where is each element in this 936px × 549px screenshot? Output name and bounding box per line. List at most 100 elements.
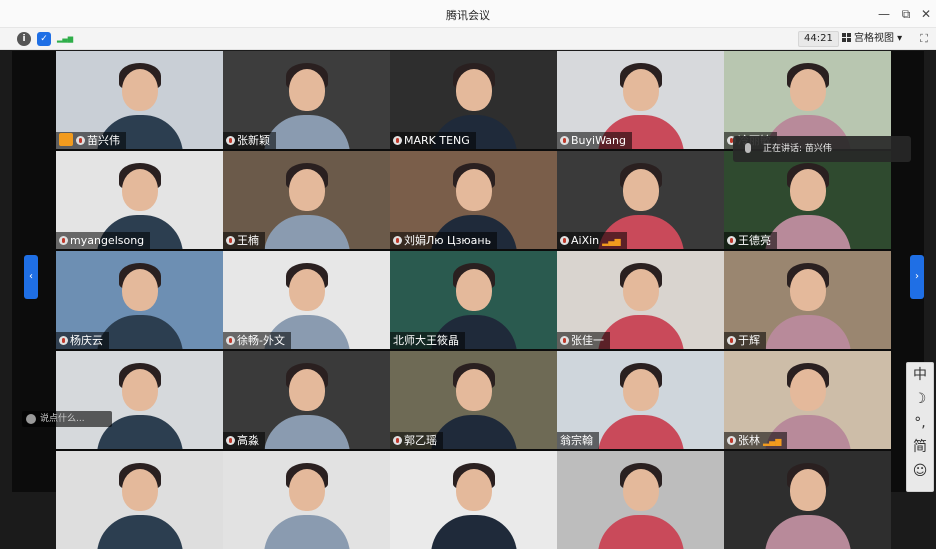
participant-nametag: 王楠 xyxy=(223,232,265,249)
moon-icon[interactable]: ☽ xyxy=(907,387,933,411)
participant-face xyxy=(790,469,826,511)
mic-muted-icon xyxy=(59,236,68,245)
video-tile[interactable] xyxy=(557,451,724,549)
participant-nametag: 王德亮 xyxy=(724,232,777,249)
video-tile[interactable] xyxy=(724,451,891,549)
host-icon xyxy=(59,133,73,146)
mic-muted-icon xyxy=(393,236,402,245)
video-tile[interactable]: BuyiWang xyxy=(557,51,724,149)
video-tile[interactable]: 郭乙瑶 xyxy=(390,351,557,449)
video-tile[interactable]: 于辉 xyxy=(724,251,891,349)
participant-nametag: BuyiWang xyxy=(557,132,632,149)
participant-name: 高淼 xyxy=(237,434,259,447)
prev-page-button[interactable]: ‹ xyxy=(24,255,38,299)
participant-face xyxy=(122,469,158,511)
video-tile[interactable]: 张佳一 xyxy=(557,251,724,349)
participant-nametag: 杨庆云 xyxy=(56,332,109,349)
participant-nametag: 翁宗翰 xyxy=(557,432,599,449)
mic-muted-icon xyxy=(226,236,235,245)
participant-nametag: 张新颖 xyxy=(223,132,276,149)
participant-face xyxy=(456,469,492,511)
participant-face xyxy=(122,169,158,211)
participant-face xyxy=(623,269,659,311)
video-tile[interactable]: 王德亮 xyxy=(724,151,891,249)
participant-face xyxy=(790,369,826,411)
window-title: 腾讯会议 xyxy=(446,9,490,22)
participant-name: 王楠 xyxy=(237,234,259,247)
video-tile[interactable]: 高淼 xyxy=(223,351,390,449)
video-tile[interactable]: 徐畅-外文 xyxy=(223,251,390,349)
mic-muted-icon xyxy=(59,336,68,345)
participant-name: 于辉 xyxy=(738,334,760,347)
participant-nametag: 徐畅-外文 xyxy=(223,332,291,349)
participant-nametag: 刘娟Лю Цзюань xyxy=(390,232,498,249)
participant-nametag: 郭乙瑶 xyxy=(390,432,443,449)
video-tile[interactable]: 王楠 xyxy=(223,151,390,249)
participant-name: 苗兴伟 xyxy=(87,134,120,147)
participant-face xyxy=(122,269,158,311)
video-tile[interactable]: 张林 ▂▄▆ xyxy=(724,351,891,449)
close-icon[interactable]: ✕ xyxy=(916,4,936,24)
signal-strength-icon: ▂▄▆ xyxy=(602,237,621,246)
participant-name: 王德亮 xyxy=(738,234,771,247)
shield-icon[interactable]: ✓ xyxy=(37,32,51,46)
participant-face xyxy=(122,69,158,111)
participant-name: 徐畅-外文 xyxy=(237,334,285,347)
video-tile[interactable]: 张新颖 xyxy=(223,51,390,149)
participant-face xyxy=(289,69,325,111)
next-page-button[interactable]: › xyxy=(910,255,924,299)
video-tile[interactable]: AiXin ▂▄▆ xyxy=(557,151,724,249)
emoji-icon xyxy=(26,414,36,424)
ime-toolbar[interactable]: 中 ☽ °, 简 ☺ xyxy=(906,362,934,492)
video-tile[interactable]: 冷丽敏 xyxy=(724,51,891,149)
info-icon[interactable]: i xyxy=(17,32,31,46)
video-tile[interactable]: 杨庆云 xyxy=(56,251,223,349)
participant-face xyxy=(289,469,325,511)
signal-icon[interactable]: ▂▄▆ xyxy=(57,32,73,46)
participant-name: 北师大王筱晶 xyxy=(393,334,459,347)
mic-muted-icon xyxy=(393,136,402,145)
fullscreen-icon[interactable]: ⛶ xyxy=(917,32,931,46)
grid-view-button[interactable]: 宫格视图 ▾ xyxy=(842,31,910,47)
video-tile[interactable]: 苗兴伟 xyxy=(56,51,223,149)
grid-view-label: 宫格视图 ▾ xyxy=(854,33,903,44)
meeting-timer: 44:21 xyxy=(798,31,839,47)
microphone-icon xyxy=(745,143,751,153)
mic-muted-icon xyxy=(727,436,736,445)
meeting-toolbar: i ✓ ▂▄▆ 44:21 宫格视图 ▾ ⛶ xyxy=(0,28,936,50)
restore-icon[interactable]: ⧉ xyxy=(896,4,916,24)
participant-name: 杨庆云 xyxy=(70,334,103,347)
mic-muted-icon xyxy=(727,236,736,245)
video-tile[interactable]: 翁宗翰 xyxy=(557,351,724,449)
participant-nametag: 张林 ▂▄▆ xyxy=(724,432,788,449)
minimize-icon[interactable]: — xyxy=(874,4,894,24)
participant-face xyxy=(456,69,492,111)
participant-name: 翁宗翰 xyxy=(560,434,593,447)
participant-nametag: 于辉 xyxy=(724,332,766,349)
video-tile[interactable] xyxy=(223,451,390,549)
mic-muted-icon xyxy=(226,336,235,345)
emoji-icon[interactable]: ☺ xyxy=(907,459,933,483)
punctuation-toggle[interactable]: °, xyxy=(907,411,933,435)
participant-name: 郭乙瑶 xyxy=(404,434,437,447)
participant-face xyxy=(623,469,659,511)
video-tile[interactable]: myangelsong xyxy=(56,151,223,249)
video-tile[interactable]: MARK TENG xyxy=(390,51,557,149)
video-tile[interactable] xyxy=(56,351,223,449)
participant-face xyxy=(790,69,826,111)
simplified-toggle[interactable]: 简 xyxy=(907,435,933,459)
video-tile[interactable] xyxy=(56,451,223,549)
participant-face xyxy=(289,269,325,311)
signal-strength-icon: ▂▄▆ xyxy=(763,437,782,446)
chat-quick-input[interactable]: 说点什么... xyxy=(22,411,112,427)
participant-name: myangelsong xyxy=(70,234,145,247)
grid-icon xyxy=(842,33,851,42)
ime-lang-toggle[interactable]: 中 xyxy=(907,363,933,387)
participant-face xyxy=(289,369,325,411)
video-tile[interactable]: 北师大王筱晶 xyxy=(390,251,557,349)
participant-name: 张林 xyxy=(738,434,760,447)
participant-face xyxy=(456,169,492,211)
video-tile[interactable] xyxy=(390,451,557,549)
participant-face xyxy=(289,169,325,211)
video-tile[interactable]: 刘娟Лю Цзюань xyxy=(390,151,557,249)
